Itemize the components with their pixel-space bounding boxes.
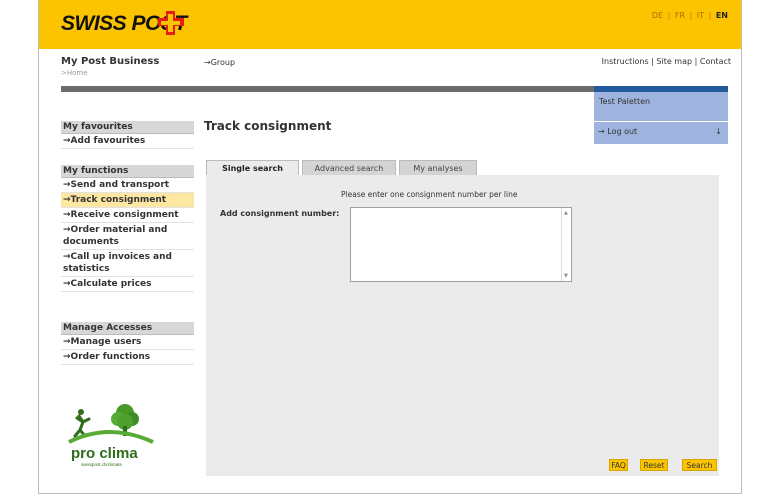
user-box: Test Paletten → Log out ↓ xyxy=(594,86,728,144)
sidebar-favourites: My favourites →Add favourites xyxy=(61,121,194,149)
functions-heading: My functions xyxy=(61,165,194,178)
consignment-field-label: Add consignment number: xyxy=(220,209,340,218)
language-switcher: DE | FR | IT | EN xyxy=(651,11,729,20)
instruction-text: Please enter one consignment number per … xyxy=(341,190,518,199)
pro-clima-logo[interactable]: pro clima swisspost.ch/climate xyxy=(61,400,161,470)
accesses-heading: Manage Accesses xyxy=(61,322,194,335)
user-name: Test Paletten xyxy=(599,97,651,106)
instructions-link[interactable]: Instructions xyxy=(602,57,649,66)
sidebar-item-add-favourites[interactable]: →Add favourites xyxy=(61,134,194,149)
consignment-number-textarea[interactable]: ▲ ▼ xyxy=(350,207,572,282)
lang-it[interactable]: IT xyxy=(696,11,705,20)
tab-my-analyses[interactable]: My analyses xyxy=(399,160,477,175)
contact-link[interactable]: Contact xyxy=(700,57,731,66)
sidebar-item-receive-consignment[interactable]: →Receive consignment xyxy=(61,208,194,223)
breadcrumb[interactable]: >Home xyxy=(61,69,88,77)
sidebar-item-send-and-transport[interactable]: →Send and transport xyxy=(61,178,194,193)
scroll-up-icon[interactable]: ▲ xyxy=(564,210,568,216)
textarea-scrollbar[interactable]: ▲ ▼ xyxy=(561,208,571,281)
reset-button[interactable]: Reset xyxy=(640,459,668,471)
sidebar-item-order-functions[interactable]: →Order functions xyxy=(61,350,194,365)
pro-clima-brand: pro clima xyxy=(71,445,138,462)
sidebar-item-order-material[interactable]: →Order material and documents xyxy=(61,223,194,250)
tab-single-search[interactable]: Single search xyxy=(206,160,299,175)
sidebar-item-invoices-statistics[interactable]: →Call up invoices and statistics xyxy=(61,250,194,277)
faq-button[interactable]: FAQ xyxy=(609,459,628,471)
scroll-down-icon[interactable]: ▼ xyxy=(564,273,568,279)
sidebar-functions: My functions →Send and transport →Track … xyxy=(61,165,194,292)
portal-title: My Post Business xyxy=(61,56,160,67)
tab-advanced-search[interactable]: Advanced search xyxy=(302,160,396,175)
sidebar-item-calculate-prices[interactable]: →Calculate prices xyxy=(61,277,194,292)
pro-clima-url: swisspost.ch/climate xyxy=(81,462,123,467)
logout-label: → Log out xyxy=(598,127,638,136)
divider-bar xyxy=(61,86,594,92)
favourites-heading: My favourites xyxy=(61,121,194,134)
sidebar-item-manage-users[interactable]: →Manage users xyxy=(61,335,194,350)
header-bar: SWISS POST DE | FR | IT | EN xyxy=(39,0,741,49)
lang-en[interactable]: EN xyxy=(715,11,729,20)
arrow-down-icon: ↓ xyxy=(715,127,722,136)
logout-link[interactable]: → Log out ↓ xyxy=(594,121,728,143)
swiss-cross-icon xyxy=(158,11,184,35)
lang-fr[interactable]: FR xyxy=(674,11,686,20)
top-links: Instructions | Site map | Contact xyxy=(601,57,731,66)
group-link[interactable]: →Group xyxy=(204,58,235,67)
sidebar-accesses: Manage Accesses →Manage users →Order fun… xyxy=(61,322,194,365)
sidebar-item-track-consignment[interactable]: →Track consignment xyxy=(61,193,194,208)
page-frame: SWISS POST DE | FR | IT | EN My Post Bus… xyxy=(38,0,742,494)
search-button[interactable]: Search xyxy=(682,459,717,471)
site-map-link[interactable]: Site map xyxy=(656,57,692,66)
lang-de[interactable]: DE xyxy=(651,11,664,20)
page-title: Track consignment xyxy=(204,119,332,133)
